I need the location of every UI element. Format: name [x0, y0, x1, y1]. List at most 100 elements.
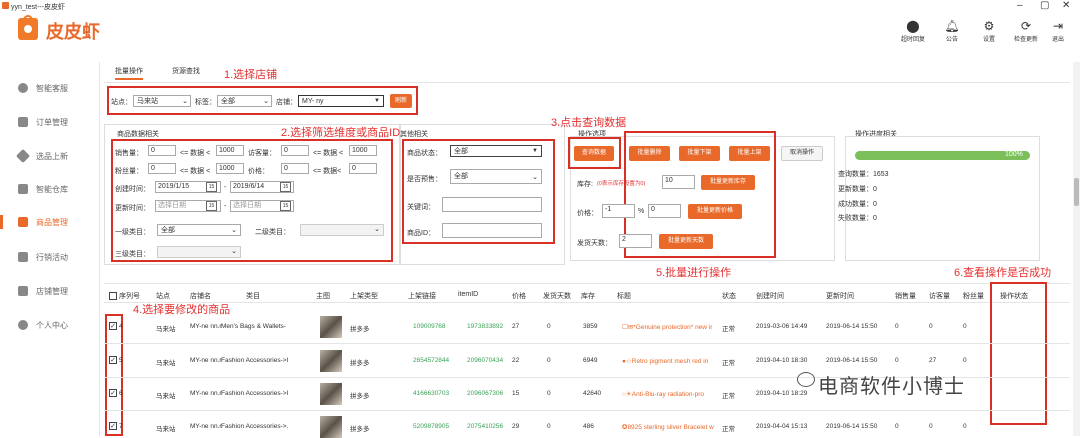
price-op-input[interactable]: -1	[602, 204, 635, 218]
annotation-4: 4.选择要修改的商品	[133, 304, 231, 316]
header-itemid: itemID	[458, 291, 479, 298]
order-icon	[18, 117, 28, 127]
sidebar-item-smart-service[interactable]: 智能客服	[18, 80, 100, 96]
update-time-label: 更新时间：	[115, 205, 150, 212]
sidebar-item-profile[interactable]: 个人中心	[18, 317, 100, 333]
settings-button[interactable]: ⚙ 设置	[969, 18, 1009, 43]
user-icon	[18, 320, 28, 330]
scrollbar-thumb[interactable]	[1074, 178, 1079, 206]
product-thumbnail[interactable]	[320, 350, 342, 372]
sidebar-item-product-select[interactable]: 选品上新	[15, 148, 100, 164]
activity-icon	[18, 252, 28, 262]
row-checkbox[interactable]: ✓	[109, 322, 117, 330]
cell-link[interactable]: 109009768	[413, 323, 446, 330]
category1-select[interactable]: 全部 ⌄	[157, 224, 241, 236]
product-thumbnail[interactable]	[320, 416, 342, 438]
product-thumbnail[interactable]	[320, 316, 342, 338]
keyword-input[interactable]	[442, 197, 542, 212]
update-price-button[interactable]: 批量更新价格	[688, 204, 742, 219]
category2-select[interactable]: ⌄	[300, 224, 384, 236]
row-checkbox[interactable]: ✓	[109, 389, 117, 397]
row-checkbox[interactable]: ✓	[109, 356, 117, 364]
calendar-icon[interactable]: 15	[206, 182, 217, 192]
batch-on-button[interactable]: 批量上架	[729, 146, 770, 161]
cell-price: 22	[512, 357, 520, 364]
stock-input[interactable]: 10	[662, 175, 695, 189]
sidebar-item-orders[interactable]: 订单管理	[18, 114, 100, 130]
cancel-operation-button[interactable]: 取消操作	[781, 146, 823, 161]
cell-created: 2019-03-06 14:49	[756, 323, 808, 330]
tag-icon	[15, 148, 31, 164]
visits-max-input[interactable]: 1000	[349, 145, 377, 156]
row-checkbox[interactable]: ✓	[109, 422, 117, 430]
dropdown-arrow-icon: ▼	[374, 98, 380, 104]
visits-min-input[interactable]: 0	[281, 145, 309, 156]
maximize-button[interactable]: ▢	[1040, 0, 1049, 11]
tag-select[interactable]: 全部 ⌄	[217, 95, 272, 107]
sales-max-input[interactable]: 1000	[216, 145, 244, 156]
cell-title: ○☀Anti-Blu-ray radiation-pro	[622, 391, 705, 398]
days-input[interactable]: 2	[619, 234, 652, 248]
refresh-button[interactable]: 刷新	[390, 94, 412, 108]
progress-bar	[855, 151, 1030, 160]
cell-created: 2019-04-04 15:13	[756, 423, 808, 430]
sidebar-item-marketing[interactable]: 行销活动	[18, 249, 100, 265]
sales-min-input[interactable]: 0	[148, 145, 176, 156]
cell-stock: 3859	[583, 323, 598, 330]
tab-batch-ops[interactable]: 批量操作	[115, 66, 143, 80]
cell-itemid[interactable]: 2096067306	[467, 390, 503, 397]
cell-itemid[interactable]: 2096070434	[467, 357, 503, 364]
header-sales: 销售量	[895, 293, 916, 300]
store-select[interactable]: MY- ny ▼	[298, 95, 384, 107]
cell-link[interactable]: 5209878905	[413, 423, 449, 430]
notice-button[interactable]: 🔔︎ 公告	[932, 18, 972, 43]
cell-stock: 6949	[583, 357, 598, 364]
fans-range-text: <= 数据 <	[180, 168, 211, 175]
cell-itemid[interactable]: 1973833892	[467, 323, 503, 330]
close-button[interactable]: ✕	[1062, 0, 1070, 11]
update-days-button[interactable]: 批量更新天数	[659, 234, 713, 249]
site-select[interactable]: 马来站 ⌄	[133, 95, 191, 107]
fans-min-input[interactable]: 0	[148, 163, 176, 174]
batch-off-button[interactable]: 批量下架	[679, 146, 720, 161]
batch-delete-button[interactable]: 批量删除	[629, 146, 670, 161]
cell-created: 2019-04-10 18:30	[756, 357, 808, 364]
sidebar-item-warehouse[interactable]: 智能仓库	[18, 181, 100, 197]
logout-icon: ⇥	[1052, 19, 1064, 33]
price-min-input[interactable]: 0	[281, 163, 309, 174]
fans-max-input[interactable]: 1000	[216, 163, 244, 174]
sidebar-item-goods[interactable]: 商品管理	[18, 214, 100, 230]
header-updated: 更新时间	[826, 293, 854, 300]
cell-link[interactable]: 2654572844	[413, 357, 449, 364]
chevron-down-icon: ⌄	[263, 98, 269, 105]
auto-reply-toggle[interactable]: ⬤ 超时回复	[893, 18, 933, 43]
category3-select[interactable]: ⌄	[157, 246, 241, 258]
price-op-input2[interactable]: 0	[648, 204, 681, 218]
calendar-icon[interactable]: 15	[280, 201, 291, 211]
cell-type: 拼多多	[350, 393, 370, 400]
sidebar-item-store[interactable]: 店铺管理	[18, 283, 100, 299]
status-select[interactable]: 全部 ▼	[450, 145, 542, 157]
calendar-icon[interactable]: 15	[280, 182, 291, 192]
presale-select[interactable]: 全部 ⌄	[450, 169, 542, 184]
price-max-input[interactable]: 0	[349, 163, 377, 174]
logout-button[interactable]: ⇥ 退出	[1038, 18, 1078, 43]
minimize-button[interactable]: –	[1017, 0, 1023, 11]
category2-label: 二级类目：	[255, 229, 290, 236]
scrollbar-track[interactable]	[1073, 62, 1080, 436]
query-button[interactable]: 查询数据	[574, 146, 614, 161]
tab-source-search[interactable]: 货源查找	[172, 66, 200, 80]
calendar-icon[interactable]: 15	[206, 201, 217, 211]
bell-icon: 🔔︎	[944, 19, 960, 33]
cell-visits: 27	[929, 357, 937, 364]
update-stock-button[interactable]: 批量更新库存	[701, 175, 755, 190]
cell-category: Men's Bags & Wallets-	[221, 323, 286, 330]
select-all-checkbox[interactable]	[109, 292, 117, 300]
table-top-line	[104, 283, 1070, 284]
cell-link[interactable]: 4166630703	[413, 390, 449, 397]
product-thumbnail[interactable]	[320, 383, 342, 405]
cell-days: 0	[547, 323, 551, 330]
cell-itemid[interactable]: 2075410256	[467, 423, 503, 430]
itemid-input[interactable]	[442, 223, 542, 238]
title-bar: yyn_test---皮皮虾 – ▢ ✕	[0, 0, 1080, 12]
